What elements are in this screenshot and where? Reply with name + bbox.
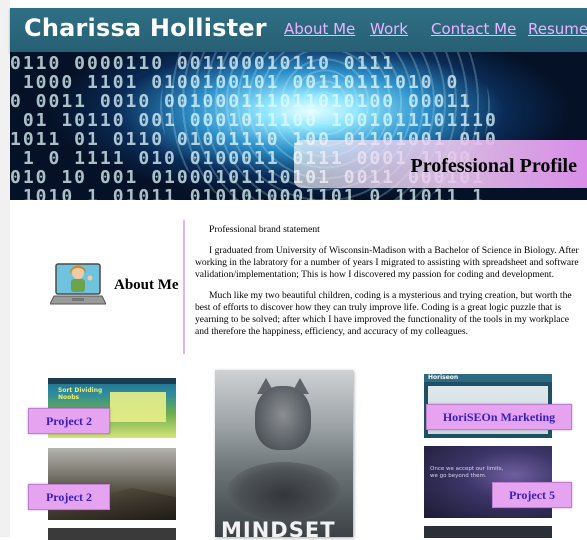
- project-label-project-5[interactable]: Project 5: [492, 482, 572, 508]
- thumb-quote: Once we accept our limits, we go beyond …: [430, 466, 504, 479]
- thumb-title: Sort Dividing Noobs: [58, 387, 103, 401]
- thumb-card: [110, 392, 166, 422]
- about-me-text: Professional brand statement I graduated…: [195, 224, 579, 347]
- nav-link-work[interactable]: Work: [370, 20, 408, 38]
- tiger-reflection: [227, 462, 341, 522]
- project-label-horiseon[interactable]: HoriSEOn Marketing: [426, 404, 572, 430]
- project-thumbnail[interactable]: [48, 528, 176, 540]
- top-nav: Charissa Hollister About Me Work Contact…: [10, 8, 587, 52]
- about-me-section: About Me Professional brand statement I …: [10, 200, 587, 360]
- page-edge: [0, 0, 10, 537]
- mindset-image: MINDSET: [215, 370, 353, 537]
- nav-link-resume[interactable]: Resume: [528, 20, 587, 38]
- laptop-avatar-icon: [50, 263, 106, 305]
- brand-statement: Professional brand statement: [209, 224, 320, 235]
- nav-link-about-me[interactable]: About Me: [284, 20, 355, 38]
- project-label-project-2[interactable]: Project 2: [28, 408, 110, 434]
- work-gallery: Sort Dividing Noobs MINDSET Horiseon Onc…: [10, 360, 587, 540]
- about-divider: [183, 220, 185, 354]
- project-label-project-2-b[interactable]: Project 2: [28, 484, 110, 510]
- about-paragraph: Much like my two beautiful children, cod…: [195, 290, 572, 337]
- thumb-header-bar: [48, 378, 176, 384]
- project-thumbnail[interactable]: [424, 526, 552, 538]
- thumb-brand: Horiseon: [428, 374, 459, 381]
- about-paragraph: I graduated from University of Wisconsin…: [195, 245, 579, 280]
- kitten-figure: [255, 386, 311, 450]
- nav-link-contact-me[interactable]: Contact Me: [431, 20, 516, 38]
- hero-banner: 0110 0000110 001100010110 0111 1000 1101…: [10, 52, 587, 200]
- about-me-heading: About Me: [114, 277, 179, 293]
- mindset-text: MINDSET: [221, 518, 336, 537]
- hero-caption-box: Professional Profile: [294, 140, 587, 188]
- hero-caption-text: Professional Profile: [410, 155, 577, 177]
- site-brand: Charissa Hollister: [24, 14, 267, 42]
